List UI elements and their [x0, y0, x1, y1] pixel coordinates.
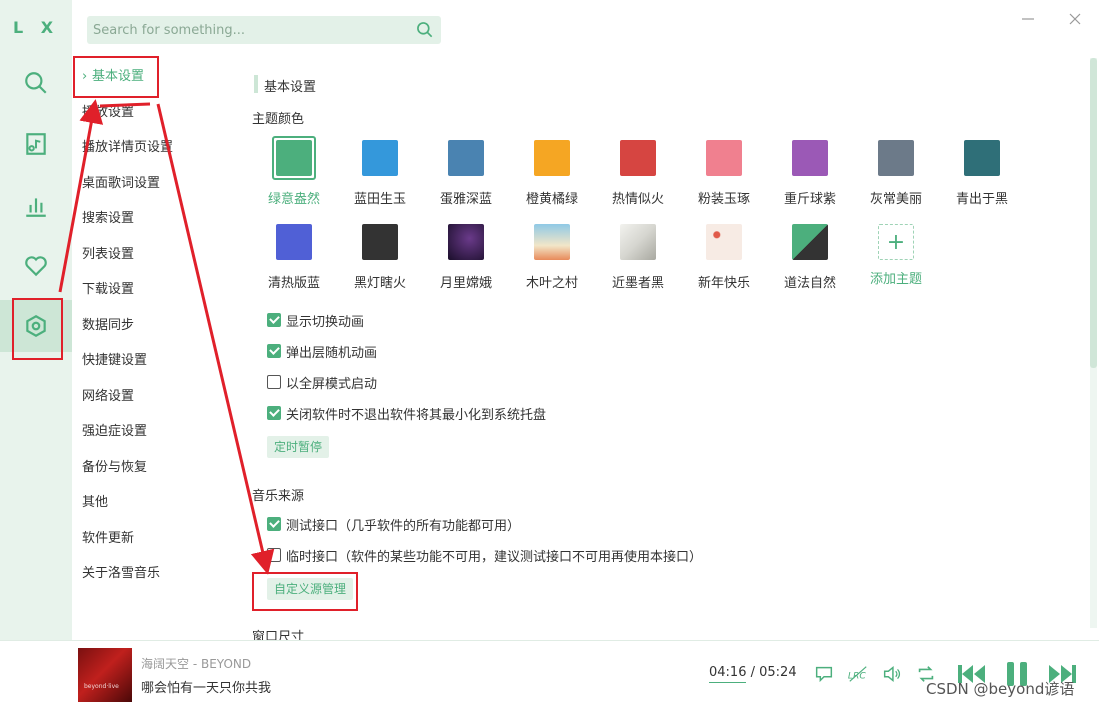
theme-option[interactable]: 月里嫦娥 [431, 220, 501, 291]
scrollbar-thumb[interactable] [1090, 58, 1097, 368]
checkbox[interactable] [267, 344, 281, 358]
theme-color-title: 主题颜色 [252, 112, 305, 127]
theme-swatch [620, 224, 656, 260]
checkbox[interactable] [267, 406, 281, 420]
annotation-box-custom-source [252, 572, 358, 611]
checkbox-minimize-to-tray[interactable]: 关闭软件时不退出软件将其最小化到系统托盘 [267, 403, 546, 423]
song-title: 海阔天空 - BEYOND [141, 657, 252, 671]
chart-icon [26, 198, 46, 217]
theme-option[interactable]: 道法自然 [775, 220, 845, 291]
rail-library-button[interactable] [0, 118, 72, 170]
comment-icon[interactable] [813, 663, 835, 685]
checkbox[interactable] [267, 375, 281, 389]
nav-item-hotkey[interactable]: 快捷键设置 [82, 350, 147, 372]
theme-swatch [448, 140, 484, 176]
radio-test-source[interactable]: 测试接口（几乎软件的所有功能都可用） [267, 514, 520, 534]
song-lyric: 哪会怕有一天只你共我 [141, 681, 272, 696]
checkbox-switch-animation[interactable]: 显示切换动画 [267, 310, 364, 330]
theme-option[interactable]: 近墨者黑 [603, 220, 673, 291]
theme-option[interactable]: 粉装玉琢 [689, 136, 759, 207]
checkbox-fullscreen-start[interactable]: 以全屏模式启动 [267, 372, 377, 392]
settings-content: 基本设置 主题颜色 绿意盎然 蓝田生玉 蛋雅深蓝 橙黄橘绿 热情似火 粉装玉琢 … [236, 58, 1091, 640]
theme-option[interactable]: 重斤球紫 [775, 136, 845, 207]
theme-option[interactable]: 蓝田生玉 [345, 136, 415, 207]
search-input[interactable] [87, 16, 407, 44]
section-marker [254, 75, 258, 93]
checkbox[interactable] [267, 548, 281, 562]
radio-temp-source[interactable]: 临时接口（软件的某些功能不可用，建议测试接口不可用再使用本接口） [267, 545, 702, 565]
total-time: 05:24 [759, 665, 797, 680]
close-icon[interactable] [1066, 10, 1084, 28]
theme-swatch [792, 140, 828, 176]
app-logo: L X [12, 18, 60, 37]
current-time: 04:16 [709, 665, 747, 683]
theme-option[interactable]: 绿意盎然 [259, 136, 329, 207]
nav-item-search[interactable]: 搜索设置 [82, 208, 134, 230]
plus-icon: + [878, 224, 914, 260]
timer-pause-button[interactable]: 定时暂停 [267, 436, 330, 458]
checkbox[interactable] [267, 313, 281, 327]
section-title: 基本设置 [264, 80, 317, 95]
rail-chart-button[interactable] [0, 180, 72, 232]
theme-option[interactable]: 蛋雅深蓝 [431, 136, 501, 207]
music-source-title: 音乐来源 [252, 489, 305, 504]
theme-swatch [964, 140, 1000, 176]
rail-search-button[interactable] [0, 57, 72, 109]
theme-swatch [620, 140, 656, 176]
music-library-icon [26, 133, 46, 155]
theme-option[interactable]: 清热版蓝 [259, 220, 329, 291]
window-size-title: 窗口尺寸 [252, 630, 305, 640]
nav-item-desktop-lyric[interactable]: 桌面歌词设置 [82, 173, 160, 195]
theme-swatch [706, 140, 742, 176]
theme-option[interactable]: 新年快乐 [689, 220, 759, 291]
rail-favorites-button[interactable] [0, 240, 72, 292]
annotation-box-basic [73, 56, 159, 98]
nav-item-backup[interactable]: 备份与恢复 [82, 457, 147, 479]
settings-nav: › 基本设置 播放设置 播放详情页设置 桌面歌词设置 搜索设置 列表设置 下载设置… [72, 58, 234, 640]
nav-item-download[interactable]: 下载设置 [82, 279, 134, 301]
theme-swatch [362, 224, 398, 260]
nav-item-update[interactable]: 软件更新 [82, 528, 134, 550]
nav-item-play-detail[interactable]: 播放详情页设置 [82, 137, 173, 159]
lyric-icon[interactable]: LRC [847, 663, 869, 685]
theme-swatch [792, 224, 828, 260]
theme-swatch [534, 140, 570, 176]
minimize-icon[interactable] [1019, 10, 1037, 28]
theme-swatch [276, 224, 312, 260]
theme-swatch [276, 140, 312, 176]
theme-swatch [362, 140, 398, 176]
search-box [87, 16, 441, 44]
album-cover[interactable]: beyond·live [78, 648, 132, 702]
theme-option[interactable]: 热情似火 [603, 136, 673, 207]
nav-item-odc[interactable]: 强迫症设置 [82, 421, 147, 443]
checkbox-popup-animation[interactable]: 弹出层随机动画 [267, 341, 377, 361]
theme-swatch [448, 224, 484, 260]
nav-item-list[interactable]: 列表设置 [82, 244, 134, 266]
theme-swatch [534, 224, 570, 260]
nav-item-other[interactable]: 其他 [82, 492, 108, 514]
nav-item-playback[interactable]: 播放设置 [82, 102, 134, 124]
theme-swatch [706, 224, 742, 260]
search-icon[interactable] [415, 20, 435, 40]
add-theme-button[interactable]: + 添加主题 [861, 220, 931, 287]
theme-option[interactable]: 橙黄橘绿 [517, 136, 587, 207]
theme-swatch [878, 140, 914, 176]
search-icon [25, 72, 47, 94]
nav-item-about[interactable]: 关于洛雪音乐 [82, 563, 160, 585]
play-time: 04:16 / 05:24 [709, 665, 797, 683]
theme-option[interactable]: 青出于黑 [947, 136, 1017, 207]
checkbox[interactable] [267, 517, 281, 531]
nav-item-sync[interactable]: 数据同步 [82, 315, 134, 337]
theme-option[interactable]: 木叶之村 [517, 220, 587, 291]
volume-icon[interactable] [881, 663, 903, 685]
heart-icon [25, 256, 47, 277]
theme-option[interactable]: 灰常美丽 [861, 136, 931, 207]
watermark: CSDN @beyond谚语 [926, 680, 1075, 698]
nav-item-network[interactable]: 网络设置 [82, 386, 134, 408]
theme-option[interactable]: 黑灯瞎火 [345, 220, 415, 291]
content-scrollbar[interactable] [1090, 58, 1097, 628]
annotation-box-settings [12, 298, 63, 360]
